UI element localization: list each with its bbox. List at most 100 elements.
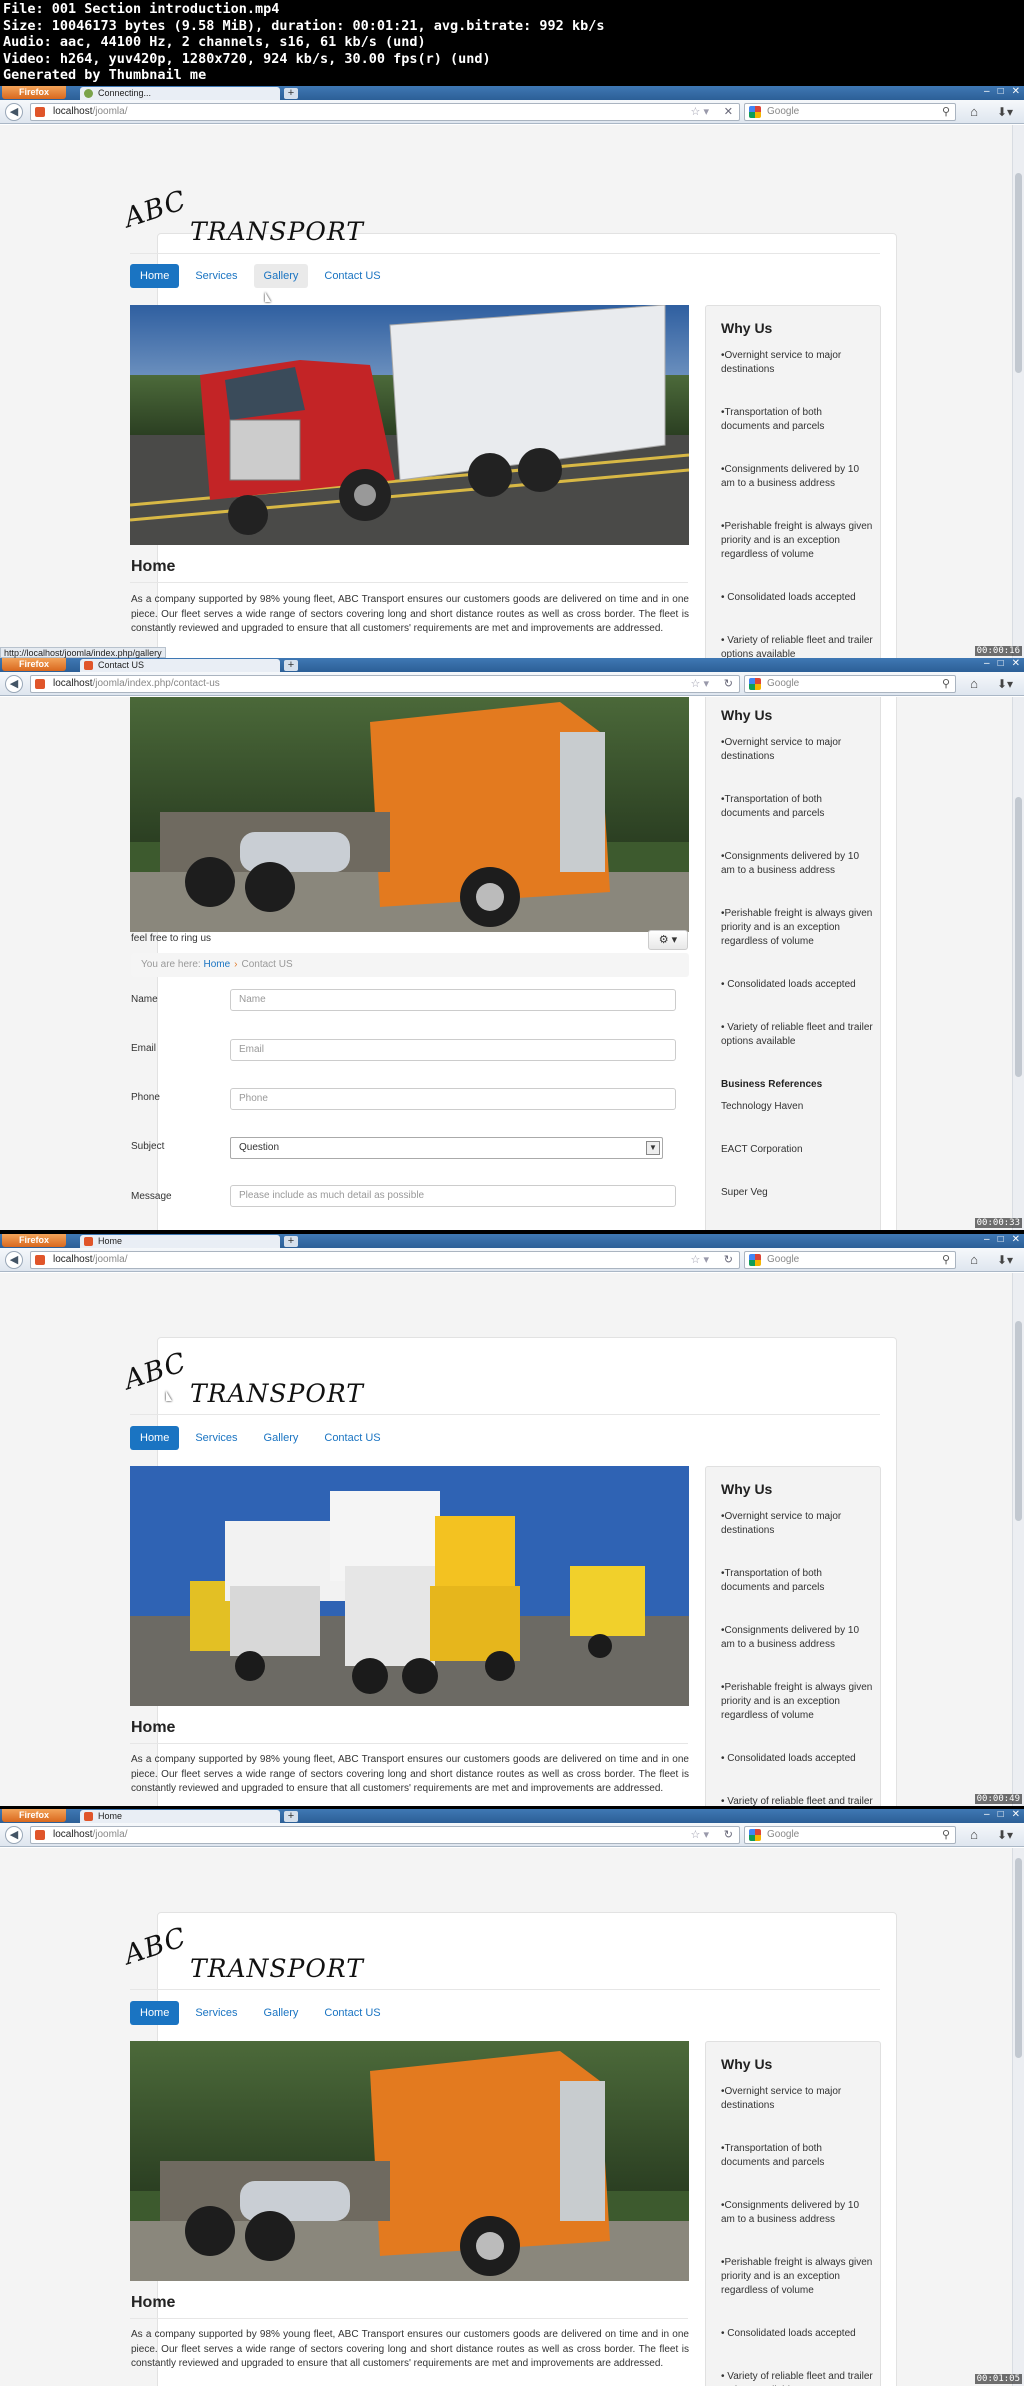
browser-tab[interactable]: Connecting... xyxy=(80,87,280,100)
minimize-button[interactable]: – xyxy=(984,1809,990,1822)
downloads-icon[interactable]: ⬇▾ xyxy=(992,1251,1018,1269)
menu-services[interactable]: Services xyxy=(185,2001,247,2025)
back-arrow-icon[interactable]: ◀ xyxy=(5,675,23,693)
menu-contact[interactable]: Contact US xyxy=(314,1426,390,1450)
close-button[interactable]: ✕ xyxy=(1012,1809,1020,1822)
email-field[interactable]: Email xyxy=(230,1039,676,1061)
site-logo[interactable]: ABC TRANSPORT xyxy=(120,1922,370,1983)
bookmark-star-icon[interactable]: ☆ ▾ xyxy=(691,1827,709,1843)
scrollbar[interactable] xyxy=(1012,1848,1024,2386)
menu-services[interactable]: Services xyxy=(185,264,247,288)
home-icon[interactable]: ⌂ xyxy=(964,103,984,121)
hero-image-red-truck xyxy=(130,305,689,545)
menu-contact[interactable]: Contact US xyxy=(314,2001,390,2025)
info-line: Video: h264, yuv420p, 1280x720, 924 kb/s… xyxy=(3,50,491,67)
maximize-button[interactable]: □ xyxy=(998,86,1004,99)
new-tab-button[interactable]: + xyxy=(284,88,298,99)
address-bar[interactable]: localhost/joomla/index.php/contact-us ☆ ▾… xyxy=(30,675,740,693)
info-line: File: 001 Section introduction.mp4 xyxy=(3,1,280,17)
back-arrow-icon[interactable]: ◀ xyxy=(5,1826,23,1844)
address-bar[interactable]: localhost/joomla/ ☆ ▾ ↻ xyxy=(30,1251,740,1269)
reload-icon[interactable]: ↻ xyxy=(724,676,733,692)
reload-icon[interactable]: ↻ xyxy=(724,1827,733,1843)
page-viewport: ABC TRANSPORT Home Services Gallery Contact … xyxy=(0,125,1012,658)
bookmark-star-icon[interactable]: ☆ ▾ xyxy=(691,104,709,120)
menu-contact[interactable]: Contact US xyxy=(314,264,390,288)
firefox-menu-button[interactable]: Firefox xyxy=(2,1234,66,1247)
firefox-menu-button[interactable]: Firefox xyxy=(2,86,66,99)
home-icon[interactable]: ⌂ xyxy=(964,1251,984,1269)
search-icon[interactable]: ⚲ xyxy=(942,676,950,692)
menu-home[interactable]: Home xyxy=(130,1426,180,1450)
browser-tab[interactable]: Home xyxy=(80,1235,280,1248)
navigation-toolbar: ◀ localhost/joomla/ ☆ ▾ ↻ Google ⚲ ⌂ ⬇▾ xyxy=(0,1823,1024,1847)
new-tab-button[interactable]: + xyxy=(284,660,298,671)
intro-paragraph: As a company supported by 98% young flee… xyxy=(131,1754,689,1794)
new-tab-button[interactable]: + xyxy=(284,1811,298,1822)
search-bar[interactable]: Google ⚲ xyxy=(744,103,956,121)
bookmark-star-icon[interactable]: ☆ ▾ xyxy=(691,1252,709,1268)
dropdown-arrow-icon[interactable]: ▼ xyxy=(646,1141,660,1155)
minimize-button[interactable]: – xyxy=(984,1234,990,1247)
minimize-button[interactable]: – xyxy=(984,658,990,671)
why-item: •Consignments delivered by 10 am to a bu… xyxy=(721,2200,860,2225)
browser-tab[interactable]: Contact US xyxy=(80,659,280,672)
intro-paragraph: As a company supported by 98% young flee… xyxy=(131,594,689,634)
downloads-icon[interactable]: ⬇▾ xyxy=(992,675,1018,693)
subject-select[interactable]: Question ▼ xyxy=(230,1137,663,1159)
maximize-button[interactable]: □ xyxy=(998,658,1004,671)
menu-gallery[interactable]: Gallery xyxy=(254,1426,309,1450)
menu-home[interactable]: Home xyxy=(130,264,180,288)
maximize-button[interactable]: □ xyxy=(998,1809,1004,1822)
maximize-button[interactable]: □ xyxy=(998,1234,1004,1247)
window-controls: – □ ✕ xyxy=(984,658,1020,671)
menu-home[interactable]: Home xyxy=(130,2001,180,2025)
search-bar[interactable]: Google ⚲ xyxy=(744,1826,956,1844)
name-field[interactable]: Name xyxy=(230,989,676,1011)
back-arrow-icon[interactable]: ◀ xyxy=(5,1251,23,1269)
downloads-icon[interactable]: ⬇▾ xyxy=(992,1826,1018,1844)
menu-services[interactable]: Services xyxy=(185,1426,247,1450)
scrollbar[interactable] xyxy=(1012,1273,1024,1806)
home-icon[interactable]: ⌂ xyxy=(964,675,984,693)
site-logo[interactable]: ABC TRANSPORT xyxy=(120,185,370,246)
search-icon[interactable]: ⚲ xyxy=(942,1827,950,1843)
bookmark-star-icon[interactable]: ☆ ▾ xyxy=(691,676,709,692)
search-bar[interactable]: Google ⚲ xyxy=(744,1251,956,1269)
menu-gallery[interactable]: Gallery xyxy=(253,264,309,288)
why-item: •Consignments delivered by 10 am to a bu… xyxy=(721,1625,860,1650)
close-button[interactable]: ✕ xyxy=(1012,658,1020,671)
search-icon[interactable]: ⚲ xyxy=(942,1252,950,1268)
breadcrumb-home-link[interactable]: Home xyxy=(203,959,230,970)
url-host: localhost xyxy=(53,1829,93,1840)
new-tab-button[interactable]: + xyxy=(284,1236,298,1247)
home-icon[interactable]: ⌂ xyxy=(964,1826,984,1844)
firefox-menu-button[interactable]: Firefox xyxy=(2,1809,66,1822)
gear-icon[interactable]: ⚙ ▾ xyxy=(648,930,688,950)
minimize-button[interactable]: – xyxy=(984,86,990,99)
firefox-menu-button[interactable]: Firefox xyxy=(2,658,66,671)
scrollbar[interactable] xyxy=(1012,125,1024,658)
downloads-icon[interactable]: ⬇▾ xyxy=(992,103,1018,121)
tab-favicon-icon xyxy=(84,89,93,98)
menu-gallery[interactable]: Gallery xyxy=(254,2001,309,2025)
scroll-thumb[interactable] xyxy=(1015,1321,1022,1521)
browser-tab[interactable]: Home xyxy=(80,1810,280,1823)
address-bar[interactable]: localhost/joomla/ ☆ ▾ ✕ xyxy=(30,103,740,121)
search-bar[interactable]: Google ⚲ xyxy=(744,675,956,693)
phone-field[interactable]: Phone xyxy=(230,1088,676,1110)
address-bar[interactable]: localhost/joomla/ ☆ ▾ ↻ xyxy=(30,1826,740,1844)
scrollbar[interactable] xyxy=(1012,697,1024,1230)
scroll-thumb[interactable] xyxy=(1015,173,1022,373)
scroll-thumb[interactable] xyxy=(1015,1858,1022,2058)
scroll-thumb[interactable] xyxy=(1015,797,1022,1077)
sidebar-title: Why Us xyxy=(721,2056,773,2072)
stop-icon[interactable]: ✕ xyxy=(724,104,733,120)
why-item: •Overnight service to major destinations xyxy=(721,1511,842,1536)
close-button[interactable]: ✕ xyxy=(1012,1234,1020,1247)
search-icon[interactable]: ⚲ xyxy=(942,104,950,120)
reload-icon[interactable]: ↻ xyxy=(724,1252,733,1268)
back-arrow-icon[interactable]: ◀ xyxy=(5,103,23,121)
message-field[interactable]: Please include as much detail as possibl… xyxy=(230,1185,676,1207)
close-button[interactable]: ✕ xyxy=(1012,86,1020,99)
